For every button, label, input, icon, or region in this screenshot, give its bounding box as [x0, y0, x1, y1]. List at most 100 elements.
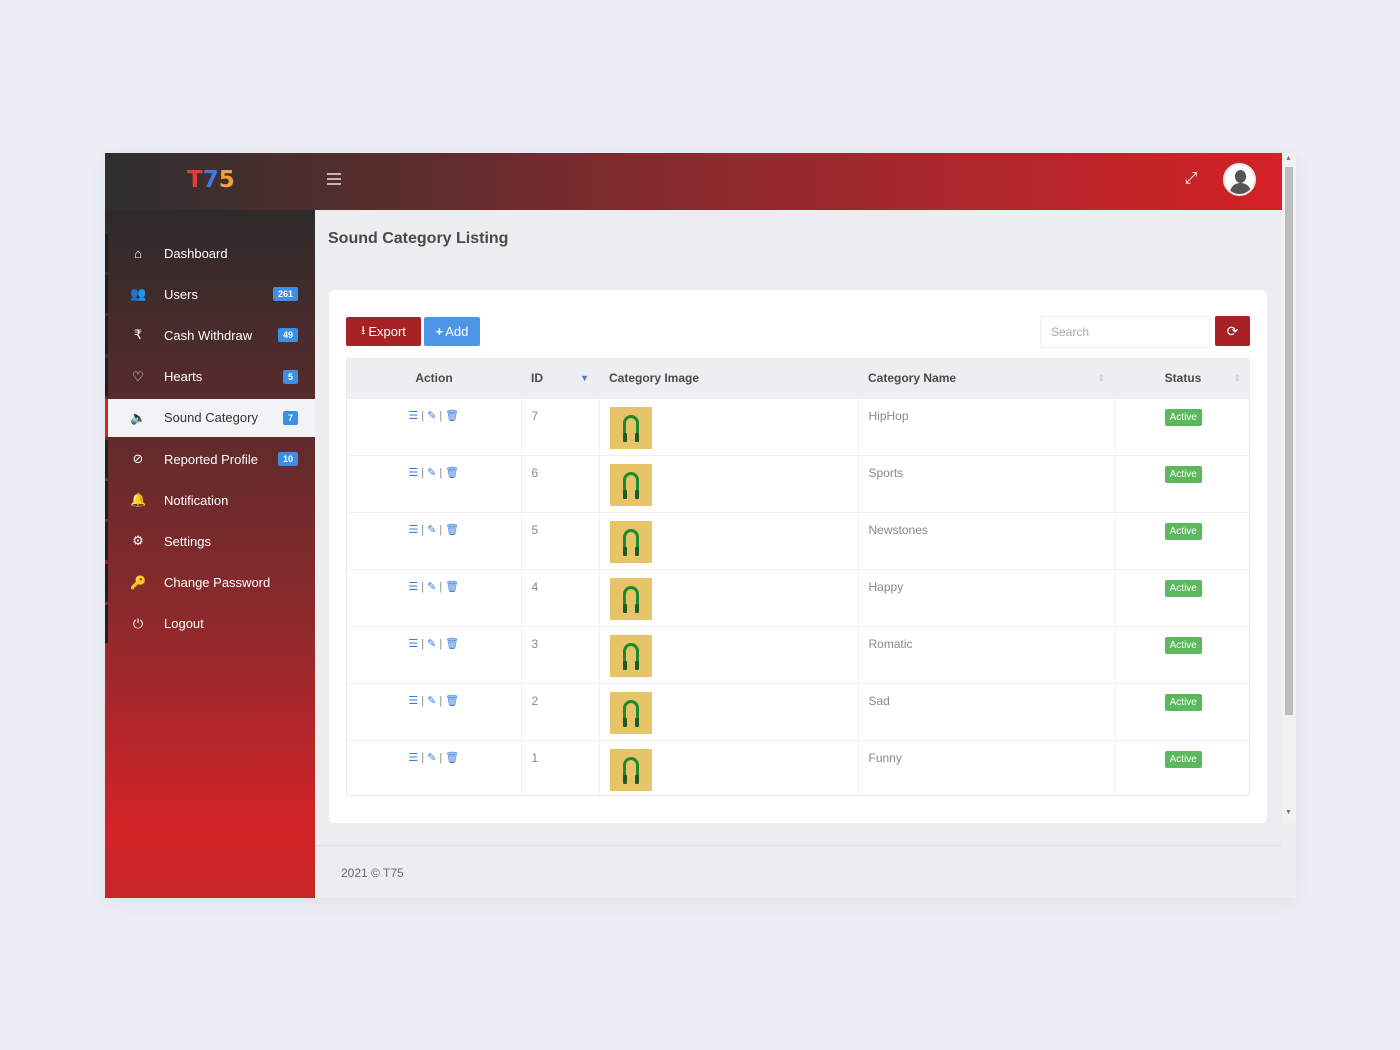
- hearts-icon: ♡: [132, 368, 144, 384]
- users-icon: 👥: [130, 286, 147, 302]
- delete-trash-icon[interactable]: 🗑: [445, 467, 459, 479]
- logo-digit-5: 5: [218, 167, 235, 193]
- settings-icon: ⚙: [132, 533, 144, 549]
- logo[interactable]: T75: [187, 167, 235, 193]
- edit-pencil-icon[interactable]: ✎: [427, 638, 436, 650]
- view-list-icon[interactable]: ☰: [408, 467, 418, 479]
- headphones-image: [609, 520, 652, 563]
- image-cell: [599, 455, 859, 512]
- copyright-text: 2021 © T75: [341, 866, 404, 880]
- status-badge: Active: [1164, 636, 1202, 654]
- edit-pencil-icon[interactable]: ✎: [427, 524, 436, 536]
- delete-trash-icon[interactable]: 🗑: [445, 581, 459, 593]
- view-list-icon[interactable]: ☰: [408, 524, 418, 536]
- column-header-category-name[interactable]: Category Name ⇕: [858, 359, 1115, 398]
- status-cell: Active: [1115, 626, 1249, 683]
- sidebar-item-label: Reported Profile: [164, 451, 258, 467]
- delete-trash-icon[interactable]: 🗑: [445, 524, 459, 536]
- page-title: Sound Category Listing: [328, 230, 509, 247]
- sidebar-item-logout[interactable]: ⏻ Logout: [105, 604, 315, 643]
- status-cell: Active: [1115, 512, 1249, 569]
- dashboard-icon: ⌂: [134, 245, 142, 261]
- status-cell: Active: [1115, 398, 1249, 455]
- separator: |: [421, 523, 425, 536]
- count-badge: 10: [277, 452, 298, 466]
- name-cell: Sports: [858, 455, 1116, 512]
- hamburger-icon[interactable]: [325, 170, 343, 188]
- sidebar-item-label: Cash Withdraw: [164, 327, 253, 343]
- sidebar-item-label: Logout: [164, 616, 204, 632]
- view-list-icon[interactable]: ☰: [408, 752, 418, 764]
- add-label: Add: [445, 324, 469, 339]
- download-icon: ⭳: [361, 323, 366, 337]
- scrollbar-thumb[interactable]: [1285, 167, 1293, 715]
- name-cell: HipHop: [858, 398, 1116, 455]
- delete-trash-icon[interactable]: 🗑: [445, 752, 459, 764]
- refresh-button[interactable]: ⟳: [1215, 316, 1250, 346]
- view-list-icon[interactable]: ☰: [408, 581, 418, 593]
- search-input[interactable]: [1040, 316, 1210, 348]
- status-badge: Active: [1164, 579, 1202, 597]
- action-cell: ☰ | ✎ | 🗑: [347, 626, 522, 683]
- sidebar-item-change-password[interactable]: 🔑 Change Password: [105, 563, 315, 602]
- edit-pencil-icon[interactable]: ✎: [427, 410, 436, 422]
- sidebar-item-label: Change Password: [164, 575, 271, 591]
- delete-trash-icon[interactable]: 🗑: [445, 410, 459, 422]
- id-cell: 7: [521, 398, 600, 455]
- edit-pencil-icon[interactable]: ✎: [427, 581, 436, 593]
- sidebar-item-label: Settings: [164, 533, 211, 549]
- edit-pencil-icon[interactable]: ✎: [427, 467, 436, 479]
- sidebar-item-hearts[interactable]: ♡ Hearts 5: [105, 357, 315, 396]
- table-row: ☰ | ✎ | 🗑 3 Romatic Active: [347, 626, 1249, 683]
- action-cell: ☰ | ✎ | 🗑: [347, 512, 522, 569]
- action-cell: ☰ | ✎ | 🗑: [347, 398, 522, 455]
- export-button[interactable]: ⭳ Export: [346, 317, 421, 346]
- sidebar-item-sound-category[interactable]: 🔈 Sound Category 7: [105, 398, 315, 437]
- main-content: Sound Category Listing ⭳ Export + Add ⟳ …: [315, 210, 1282, 898]
- column-header-status[interactable]: Status ⇕: [1115, 359, 1249, 398]
- page-scrollbar[interactable]: ▲ ▼: [1282, 153, 1296, 823]
- column-header-id[interactable]: ID ▼: [521, 359, 599, 398]
- status-badge: Active: [1164, 693, 1202, 711]
- table-row: ☰ | ✎ | 🗑 5 Newstones Active: [347, 512, 1249, 569]
- view-list-icon[interactable]: ☰: [408, 695, 418, 707]
- sidebar-item-cash-withdraw[interactable]: ₹ Cash Withdraw 49: [105, 316, 315, 355]
- image-cell: [599, 626, 859, 683]
- sidebar-item-settings[interactable]: ⚙ Settings: [105, 522, 315, 561]
- view-list-icon[interactable]: ☰: [408, 638, 418, 650]
- edit-pencil-icon[interactable]: ✎: [427, 695, 436, 707]
- image-cell: [599, 398, 859, 455]
- user-avatar-icon[interactable]: [1223, 163, 1256, 196]
- sidebar-item-dashboard[interactable]: ⌂ Dashboard: [105, 234, 315, 272]
- sidebar-item-notification[interactable]: 🔔 Notification: [105, 481, 315, 520]
- scroll-down-icon[interactable]: ▼: [1285, 809, 1292, 816]
- headphones-image: [609, 577, 652, 620]
- separator: |: [439, 409, 443, 422]
- status-cell: Active: [1115, 455, 1249, 512]
- name-cell: Newstones: [858, 512, 1116, 569]
- sidebar-item-reported-profile[interactable]: ⊘ Reported Profile 10: [105, 440, 315, 478]
- delete-trash-icon[interactable]: 🗑: [445, 695, 459, 707]
- table-row: ☰ | ✎ | 🗑 4 Happy Active: [347, 569, 1249, 626]
- logo-digit-7: 7: [202, 167, 219, 193]
- separator: |: [439, 694, 443, 707]
- sidebar-item-label: Users: [164, 286, 198, 302]
- view-list-icon[interactable]: ☰: [408, 410, 418, 422]
- count-badge: 5: [282, 369, 298, 384]
- status-badge: Active: [1164, 465, 1202, 483]
- edit-pencil-icon[interactable]: ✎: [427, 752, 436, 764]
- scroll-up-icon[interactable]: ▲: [1285, 155, 1292, 162]
- add-button[interactable]: + Add: [424, 317, 480, 346]
- sidebar-item-users[interactable]: 👥 Users 261: [105, 275, 315, 314]
- count-badge: 49: [277, 328, 298, 343]
- image-cell: [599, 683, 859, 740]
- sort-desc-icon[interactable]: ▼: [580, 373, 589, 383]
- sort-icon[interactable]: ⇕: [1233, 373, 1241, 384]
- table-row: ☰ | ✎ | 🗑 2 Sad Active: [347, 683, 1249, 740]
- delete-trash-icon[interactable]: 🗑: [445, 638, 459, 650]
- status-badge: Active: [1164, 408, 1202, 426]
- sort-icon[interactable]: ⇕: [1097, 373, 1105, 384]
- category-table: Action ID ▼ Category Image Category Name ⇕…: [346, 358, 1250, 796]
- notification-icon: 🔔: [130, 492, 147, 508]
- expand-icon[interactable]: ⤢: [1181, 169, 1201, 189]
